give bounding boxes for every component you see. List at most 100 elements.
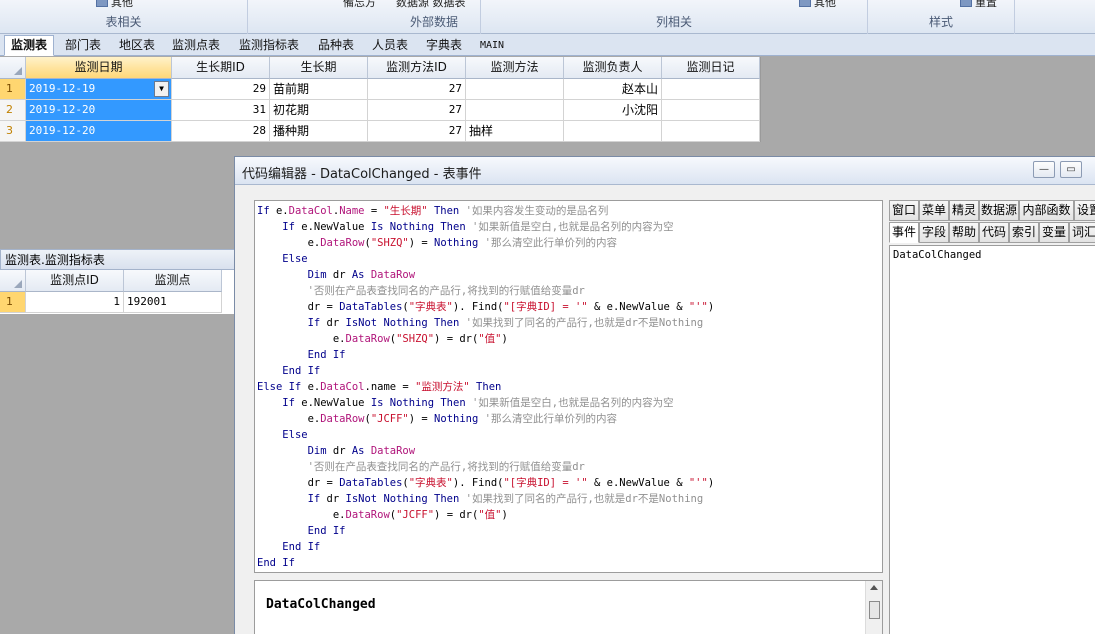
code-token: End If bbox=[282, 541, 321, 553]
code-line[interactable]: e.DataRow("SHZQ") = dr("值") bbox=[257, 331, 882, 347]
code-text-area[interactable]: If e.DataCol.Name = "生长期" Then '如果内容发生变动… bbox=[254, 200, 883, 573]
select-all-corner[interactable] bbox=[0, 57, 26, 79]
tab-region[interactable]: 地区表 bbox=[113, 36, 161, 55]
date-cell-editing[interactable]: 2019-12-19 ▼ bbox=[26, 79, 172, 100]
tab-dictionary[interactable]: 字典表 bbox=[420, 36, 468, 55]
code-token: & e.NewValue & bbox=[587, 301, 689, 313]
code-line[interactable]: Dim dr As DataRow bbox=[257, 443, 882, 459]
code-line[interactable]: If dr IsNot Nothing Then '如果找到了同名的产品行,也就… bbox=[257, 491, 882, 507]
code-token: "JCFF" bbox=[370, 413, 409, 425]
code-token: ) = bbox=[408, 413, 435, 425]
code-line[interactable]: End If bbox=[257, 363, 882, 379]
side-tab-window[interactable]: 窗口 bbox=[889, 200, 919, 221]
event-list-item[interactable]: DataColChanged bbox=[893, 249, 982, 261]
code-line[interactable]: Else If e.DataCol.name = "监测方法" Then bbox=[257, 379, 882, 395]
memo-button[interactable]: 備忘方 bbox=[343, 0, 376, 10]
side-tab-functions[interactable]: 内部函数 bbox=[1019, 200, 1074, 221]
side-tab-vocabulary[interactable]: 词汇 bbox=[1069, 222, 1095, 243]
code-token: DataRow bbox=[370, 445, 416, 457]
tab-main[interactable]: MAIN bbox=[474, 36, 510, 55]
scroll-up-icon[interactable] bbox=[870, 585, 878, 590]
code-line[interactable]: Dim dr As DataRow bbox=[257, 267, 882, 283]
side-tab-datasource[interactable]: 数据源 bbox=[979, 200, 1019, 221]
side-tab-help[interactable]: 帮助 bbox=[949, 222, 979, 243]
code-token: End If bbox=[307, 525, 346, 537]
table-row[interactable]: 1 1 192001 bbox=[0, 292, 222, 313]
code-token: Else If bbox=[257, 381, 308, 393]
dropdown-arrow-icon[interactable]: ▼ bbox=[154, 81, 169, 97]
datasource-button[interactable]: 数据源 数据表 bbox=[396, 0, 466, 10]
table-row[interactable]: 1 2019-12-19 ▼ 29 苗前期 27 赵本山 bbox=[0, 79, 760, 100]
code-line[interactable]: '否则在产品表查找同名的产品行,将找到的行赋值给变量dr bbox=[257, 283, 882, 299]
code-line[interactable]: dr = DataTables("字典表"). Find("[字典ID] = '… bbox=[257, 299, 882, 315]
code-line[interactable]: '否则在产品表查找同名的产品行,将找到的行赋值给变量dr bbox=[257, 459, 882, 475]
code-token: e. bbox=[257, 413, 321, 425]
col-header-stage[interactable]: 生长期 bbox=[270, 57, 368, 79]
code-token: "SHZQ" bbox=[396, 333, 435, 345]
tab-monitor[interactable]: 监测表 bbox=[4, 35, 55, 56]
side-tab-index[interactable]: 索引 bbox=[1009, 222, 1039, 243]
editor-title: 代码编辑器 - DataColChanged - 表事件 bbox=[242, 167, 482, 182]
ribbon-group-table: 其他 表相关 bbox=[0, 0, 248, 34]
code-token: "SHZQ" bbox=[370, 237, 409, 249]
code-token: e. bbox=[257, 509, 346, 521]
code-line[interactable]: If e.NewValue Is Nothing Then '如果新值是空白,也… bbox=[257, 395, 882, 411]
tab-variety[interactable]: 品种表 bbox=[312, 36, 360, 55]
side-tab-wizard[interactable]: 精灵 bbox=[949, 200, 979, 221]
tab-monitor-point[interactable]: 监测点表 bbox=[166, 36, 226, 55]
scroll-thumb[interactable] bbox=[869, 601, 880, 619]
side-tab-code[interactable]: 代码 bbox=[979, 222, 1009, 243]
code-line[interactable]: Else bbox=[257, 251, 882, 267]
code-line[interactable]: End If bbox=[257, 523, 882, 539]
ribbon-group-label: 外部数据 bbox=[409, 15, 458, 29]
column-other-button[interactable]: 其他 bbox=[799, 0, 836, 10]
code-token: ) = bbox=[408, 237, 435, 249]
side-tab-menu[interactable]: 菜单 bbox=[919, 200, 949, 221]
code-line[interactable]: e.DataRow("JCFF") = dr("值") bbox=[257, 507, 882, 523]
editor-titlebar[interactable]: 代码编辑器 - DataColChanged - 表事件 — ▭ bbox=[235, 157, 1095, 185]
side-tab-variables[interactable]: 变量 bbox=[1039, 222, 1069, 243]
col-header-log[interactable]: 监测日记 bbox=[662, 57, 760, 79]
col-header-method[interactable]: 监测方法 bbox=[466, 57, 564, 79]
table-row[interactable]: 3 2019-12-20 28 播种期 27 抽样 bbox=[0, 121, 760, 142]
code-line[interactable]: e.DataRow("JCFF") = Nothing '那么清空此行单价列的内… bbox=[257, 411, 882, 427]
code-line[interactable]: Else bbox=[257, 427, 882, 443]
code-token: "生长期" bbox=[383, 205, 428, 217]
col-header-point[interactable]: 监测点 bbox=[124, 270, 222, 292]
code-token: DataRow bbox=[370, 269, 416, 281]
reset-button[interactable]: 重置 bbox=[960, 0, 997, 10]
code-line[interactable]: End If bbox=[257, 347, 882, 363]
code-line[interactable]: If e.DataCol.Name = "生长期" Then '如果内容发生变动… bbox=[257, 203, 882, 219]
minimize-button[interactable]: — bbox=[1033, 161, 1055, 178]
col-header-method-id[interactable]: 监测方法ID bbox=[368, 57, 466, 79]
code-editor-window: 代码编辑器 - DataColChanged - 表事件 — ▭ If e.Da… bbox=[234, 156, 1095, 634]
side-tab-fields[interactable]: 字段 bbox=[919, 222, 949, 243]
code-token: '如果新值是空白,也就是品名列的内容为空 bbox=[465, 397, 674, 409]
col-header-point-id[interactable]: 监测点ID bbox=[26, 270, 124, 292]
tab-department[interactable]: 部门表 bbox=[59, 36, 107, 55]
code-line[interactable]: End If bbox=[257, 539, 882, 555]
col-header-stage-id[interactable]: 生长期ID bbox=[172, 57, 270, 79]
maximize-button[interactable]: ▭ bbox=[1060, 161, 1082, 178]
code-line[interactable]: dr = DataTables("字典表"). Find("[字典ID] = '… bbox=[257, 475, 882, 491]
code-line[interactable]: e.DataRow("SHZQ") = Nothing '那么清空此行单价列的内… bbox=[257, 235, 882, 251]
col-header-owner[interactable]: 监测负责人 bbox=[564, 57, 662, 79]
help-scrollbar[interactable] bbox=[865, 581, 882, 634]
code-token: & e.NewValue & bbox=[587, 477, 689, 489]
table-row[interactable]: 2 2019-12-20 31 初花期 27 小沈阳 bbox=[0, 100, 760, 121]
code-token: '否则在产品表查找同名的产品行,将找到的行赋值给变量dr bbox=[307, 461, 585, 473]
code-line[interactable]: If dr IsNot Nothing Then '如果找到了同名的产品行,也就… bbox=[257, 315, 882, 331]
side-tab-events[interactable]: 事件 bbox=[889, 222, 919, 243]
code-token: e. bbox=[257, 237, 321, 249]
col-header-date[interactable]: 监测日期 bbox=[26, 57, 172, 79]
tab-monitor-indicator[interactable]: 监测指标表 bbox=[233, 36, 305, 55]
tab-personnel[interactable]: 人员表 bbox=[366, 36, 414, 55]
code-line[interactable]: If e.NewValue Is Nothing Then '如果新值是空白,也… bbox=[257, 219, 882, 235]
code-token: '那么清空此行单价列的内容 bbox=[478, 413, 617, 425]
code-token: If bbox=[307, 493, 327, 505]
ribbon-other-button[interactable]: 其他 bbox=[96, 0, 133, 10]
sub-select-all-corner[interactable] bbox=[0, 270, 26, 292]
code-line[interactable]: End If bbox=[257, 555, 882, 571]
side-tab-settings[interactable]: 设置 bbox=[1074, 200, 1095, 221]
